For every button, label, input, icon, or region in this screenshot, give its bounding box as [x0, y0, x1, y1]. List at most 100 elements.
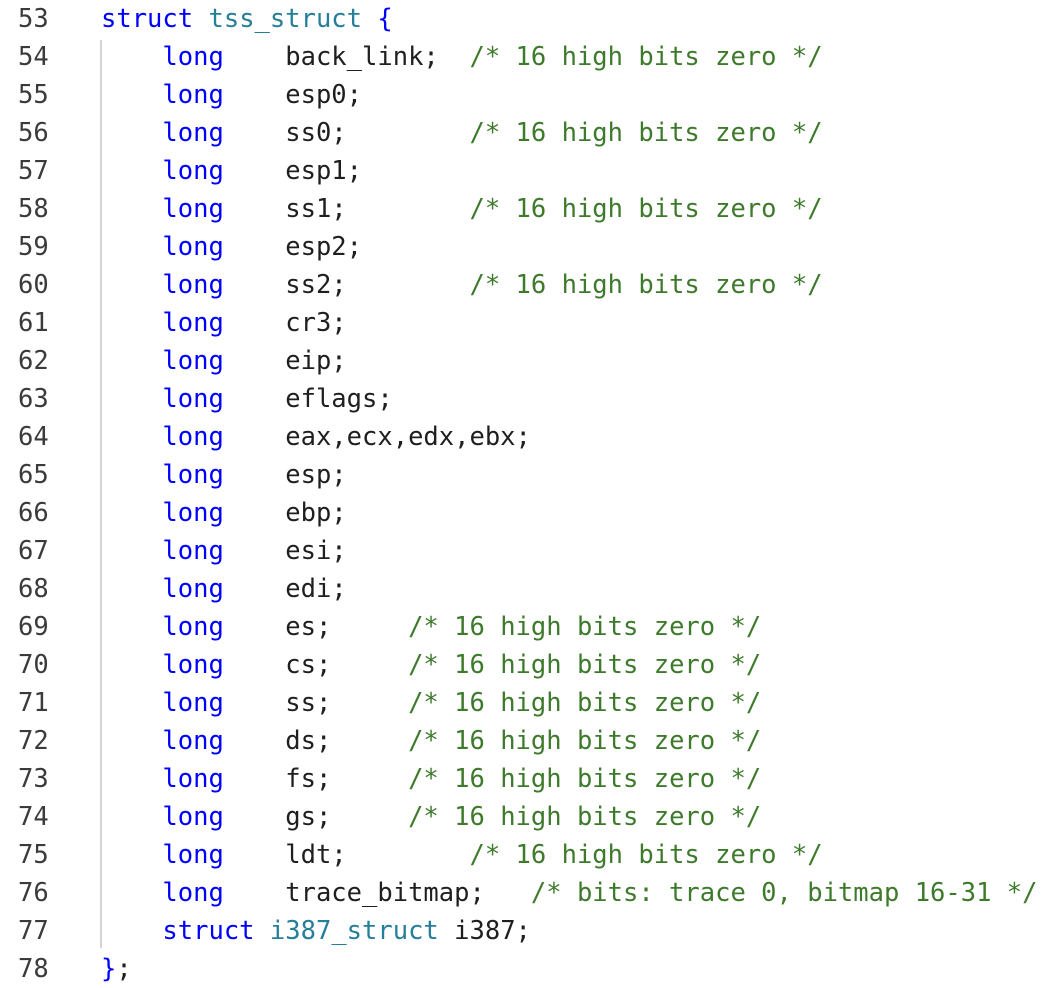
line-code[interactable]: long trace_bitmap; /* bits: trace 0, bit…	[101, 874, 1037, 912]
code-line[interactable]: 70 long cs; /* 16 high bits zero */	[0, 646, 1060, 684]
code-line[interactable]: 64 long eax,ecx,edx,ebx;	[0, 418, 1060, 456]
keyword-token: long	[162, 574, 224, 604]
code-token: esi;	[223, 536, 347, 566]
comment-token: /* 16 high bits zero */	[408, 650, 762, 680]
code-token: esp2;	[223, 232, 363, 262]
line-code[interactable]: long ldt; /* 16 high bits zero */	[101, 836, 822, 874]
code-token: fs;	[223, 764, 409, 794]
keyword-token: long	[162, 42, 224, 72]
code-line[interactable]: 69 long es; /* 16 high bits zero */	[0, 608, 1060, 646]
code-line[interactable]: 76 long trace_bitmap; /* bits: trace 0, …	[0, 874, 1060, 912]
comment-token: /* 16 high bits zero */	[408, 764, 762, 794]
line-number: 77	[18, 916, 49, 946]
comment-token: /* 16 high bits zero */	[469, 118, 823, 148]
code-line[interactable]: 75 long ldt; /* 16 high bits zero */	[0, 836, 1060, 874]
code-token: cs;	[223, 650, 409, 680]
line-code[interactable]: struct tss_struct {	[101, 0, 393, 38]
code-line[interactable]: 77 struct i387_struct i387;	[0, 912, 1060, 950]
code-token: ebp;	[223, 498, 347, 528]
line-number: 63	[18, 384, 49, 414]
line-code[interactable]: struct i387_struct i387;	[101, 912, 531, 950]
line-code[interactable]: long esp;	[101, 456, 346, 494]
line-code[interactable]: };	[101, 950, 132, 988]
code-line[interactable]: 66 long ebp;	[0, 494, 1060, 532]
code-editor[interactable]: 53 struct tss_struct {54 long back_link; …	[0, 0, 1060, 986]
code-line[interactable]: 63 long eflags;	[0, 380, 1060, 418]
code-token: i387;	[438, 916, 531, 946]
line-number: 55	[18, 80, 49, 110]
line-code[interactable]: long ds; /* 16 high bits zero */	[101, 722, 761, 760]
comment-token: /* 16 high bits zero */	[408, 688, 762, 718]
line-number: 74	[18, 802, 49, 832]
code-line[interactable]: 71 long ss; /* 16 high bits zero */	[0, 684, 1060, 722]
keyword-token: long	[162, 156, 224, 186]
line-number: 53	[18, 4, 49, 34]
code-line[interactable]: 67 long esi;	[0, 532, 1060, 570]
code-line[interactable]: 62 long eip;	[0, 342, 1060, 380]
line-code[interactable]: long eflags;	[101, 380, 392, 418]
keyword-token: long	[162, 194, 224, 224]
line-code[interactable]: long ebp;	[101, 494, 347, 532]
code-line[interactable]: 68 long edi;	[0, 570, 1060, 608]
line-code[interactable]: long eip;	[101, 342, 346, 380]
line-code[interactable]: long ss1; /* 16 high bits zero */	[101, 190, 822, 228]
code-line[interactable]: 73 long fs; /* 16 high bits zero */	[0, 760, 1060, 798]
code-line[interactable]: 56 long ss0; /* 16 high bits zero */	[0, 114, 1060, 152]
comment-token: /* 16 high bits zero */	[469, 270, 823, 300]
line-code[interactable]: long cr3;	[101, 304, 346, 342]
keyword-token: long	[162, 764, 224, 794]
line-code[interactable]: long es; /* 16 high bits zero */	[101, 608, 761, 646]
code-line[interactable]: 59 long esp2;	[0, 228, 1060, 266]
code-line[interactable]: 61 long cr3;	[0, 304, 1060, 342]
line-code[interactable]: long ss; /* 16 high bits zero */	[101, 684, 761, 722]
line-number: 56	[18, 118, 49, 148]
line-code[interactable]: long esp2;	[101, 228, 362, 266]
keyword-token: long	[162, 878, 224, 908]
code-line[interactable]: 74 long gs; /* 16 high bits zero */	[0, 798, 1060, 836]
keyword-token: struct	[101, 4, 194, 34]
code-line[interactable]: 60 long ss2; /* 16 high bits zero */	[0, 266, 1060, 304]
code-line[interactable]: 72 long ds; /* 16 high bits zero */	[0, 722, 1060, 760]
line-code[interactable]: long back_link; /* 16 high bits zero */	[101, 38, 822, 76]
type-token: i387_struct	[269, 916, 439, 946]
code-line[interactable]: 58 long ss1; /* 16 high bits zero */	[0, 190, 1060, 228]
code-line[interactable]: 55 long esp0;	[0, 76, 1060, 114]
line-code[interactable]: long esi;	[101, 532, 347, 570]
code-line[interactable]: 65 long esp;	[0, 456, 1060, 494]
code-token: ldt;	[223, 840, 470, 870]
line-code[interactable]: long cs; /* 16 high bits zero */	[101, 646, 761, 684]
keyword-token: long	[162, 460, 224, 490]
line-number: 69	[18, 612, 49, 642]
line-code[interactable]: long fs; /* 16 high bits zero */	[101, 760, 761, 798]
code-token: trace_bitmap;	[223, 878, 531, 908]
code-line[interactable]: 78};	[0, 950, 1060, 988]
keyword-token: long	[162, 422, 224, 452]
keyword-token: long	[162, 840, 224, 870]
line-code[interactable]: long esp1;	[101, 152, 362, 190]
code-line[interactable]: 54 long back_link; /* 16 high bits zero …	[0, 38, 1060, 76]
line-code[interactable]: long eax,ecx,edx,ebx;	[101, 418, 530, 456]
line-code[interactable]: long edi;	[101, 570, 346, 608]
line-code[interactable]: long esp0;	[101, 76, 362, 114]
code-line[interactable]: 57 long esp1;	[0, 152, 1060, 190]
line-code[interactable]: long ss2; /* 16 high bits zero */	[101, 266, 823, 304]
line-code[interactable]: long gs; /* 16 high bits zero */	[101, 798, 761, 836]
code-line[interactable]: 53 struct tss_struct {	[0, 0, 1060, 38]
line-code[interactable]: long ss0; /* 16 high bits zero */	[101, 114, 823, 152]
code-token: ;	[116, 954, 132, 984]
